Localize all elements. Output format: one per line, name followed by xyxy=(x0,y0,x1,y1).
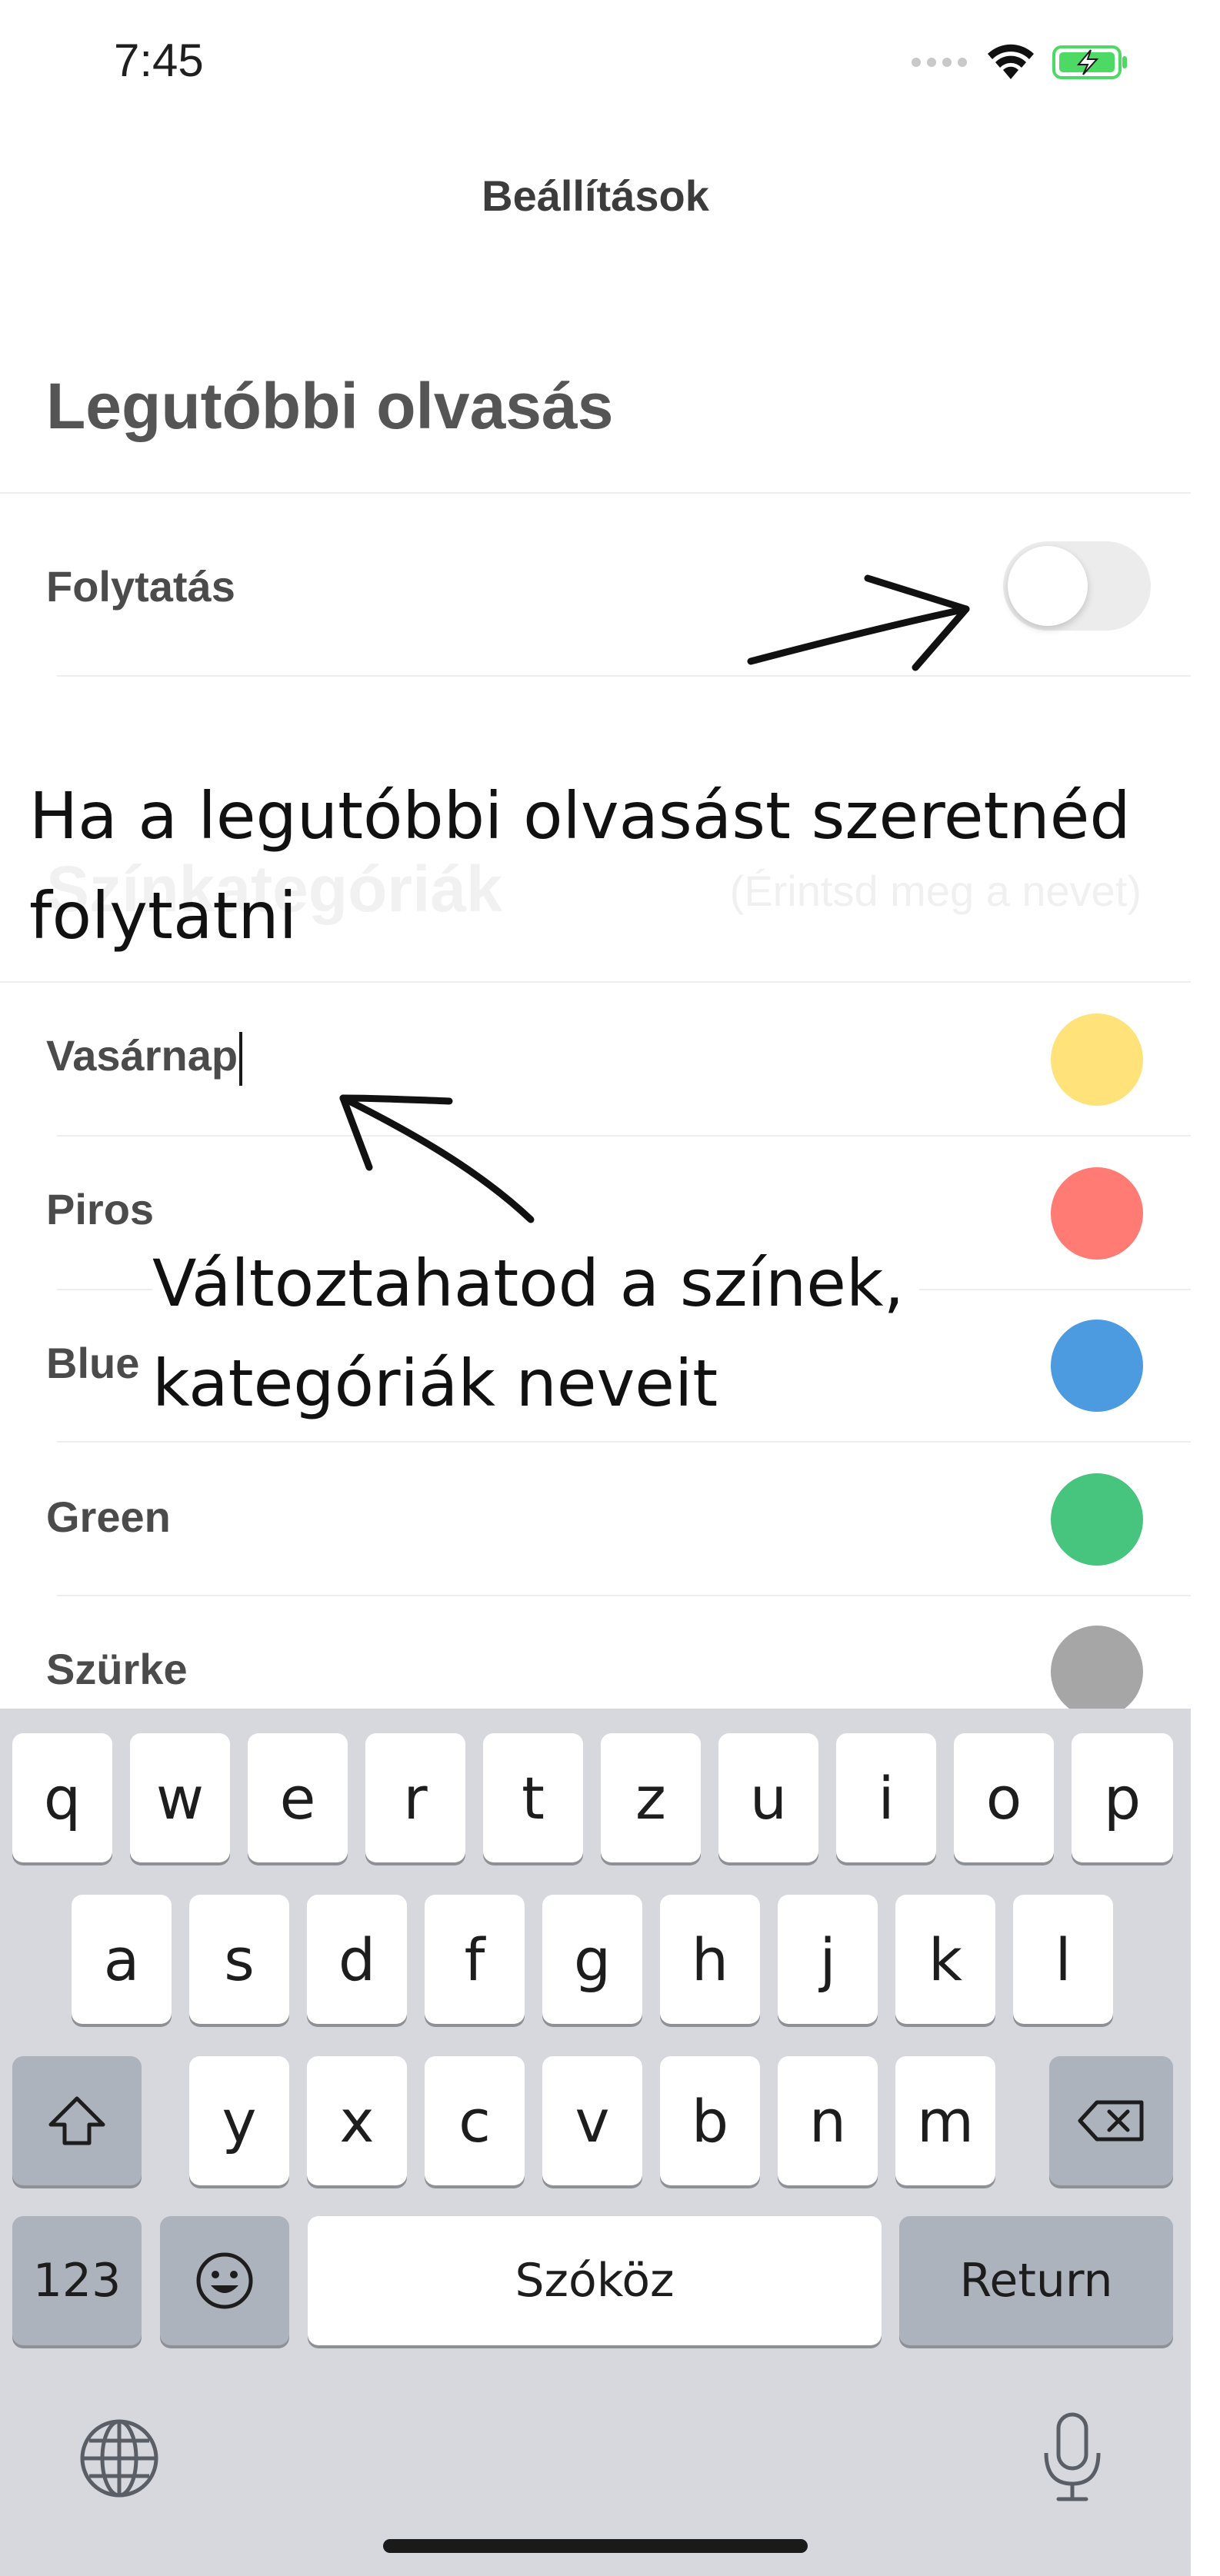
key-l[interactable]: l xyxy=(1013,1895,1113,2024)
backspace-icon xyxy=(1078,2100,1143,2142)
key-y[interactable]: y xyxy=(189,2056,289,2185)
key-b[interactable]: b xyxy=(660,2056,760,2185)
key-e[interactable]: e xyxy=(248,1733,348,1862)
key-o[interactable]: o xyxy=(954,1733,1054,1862)
key-c[interactable]: c xyxy=(425,2056,525,2185)
key-r[interactable]: r xyxy=(365,1733,465,1862)
globe-button[interactable] xyxy=(77,2416,162,2501)
emoji-icon xyxy=(196,2252,253,2309)
key-g[interactable]: g xyxy=(542,1895,642,2024)
key-z[interactable]: z xyxy=(601,1733,701,1862)
microphone-icon xyxy=(1044,2412,1101,2501)
key-k[interactable]: k xyxy=(895,1895,995,2024)
shift-icon xyxy=(48,2096,105,2145)
key-n[interactable]: n xyxy=(778,2056,878,2185)
key-t[interactable]: t xyxy=(483,1733,583,1862)
keyboard: q w e r t z u i o p a s d f g h j k l y … xyxy=(0,1709,1191,2576)
key-m[interactable]: m xyxy=(895,2056,995,2185)
space-key[interactable]: Szóköz xyxy=(308,2216,882,2345)
numbers-key[interactable]: 123 xyxy=(12,2216,142,2345)
key-j[interactable]: j xyxy=(778,1895,878,2024)
key-s[interactable]: s xyxy=(189,1895,289,2024)
shift-key[interactable] xyxy=(12,2056,142,2185)
key-p[interactable]: p xyxy=(1072,1733,1173,1862)
backspace-key[interactable] xyxy=(1049,2056,1173,2185)
emoji-key[interactable] xyxy=(160,2216,289,2345)
key-f[interactable]: f xyxy=(425,1895,525,2024)
home-indicator xyxy=(383,2539,808,2553)
arrow-to-toggle-icon xyxy=(747,574,970,671)
key-v[interactable]: v xyxy=(542,2056,642,2185)
key-d[interactable]: d xyxy=(307,1895,407,2024)
key-u[interactable]: u xyxy=(718,1733,818,1862)
return-key[interactable]: Return xyxy=(899,2216,1173,2345)
globe-icon xyxy=(80,2419,158,2498)
key-x[interactable]: x xyxy=(307,2056,407,2185)
microphone-button[interactable] xyxy=(1035,2410,1109,2505)
key-w[interactable]: w xyxy=(130,1733,230,1862)
key-h[interactable]: h xyxy=(660,1895,760,2024)
key-q[interactable]: q xyxy=(12,1733,112,1862)
key-a[interactable]: a xyxy=(72,1895,172,2024)
arrow-to-name-field-icon xyxy=(339,1094,535,1223)
key-i[interactable]: i xyxy=(836,1733,936,1862)
annotation-arrows xyxy=(339,574,970,1223)
